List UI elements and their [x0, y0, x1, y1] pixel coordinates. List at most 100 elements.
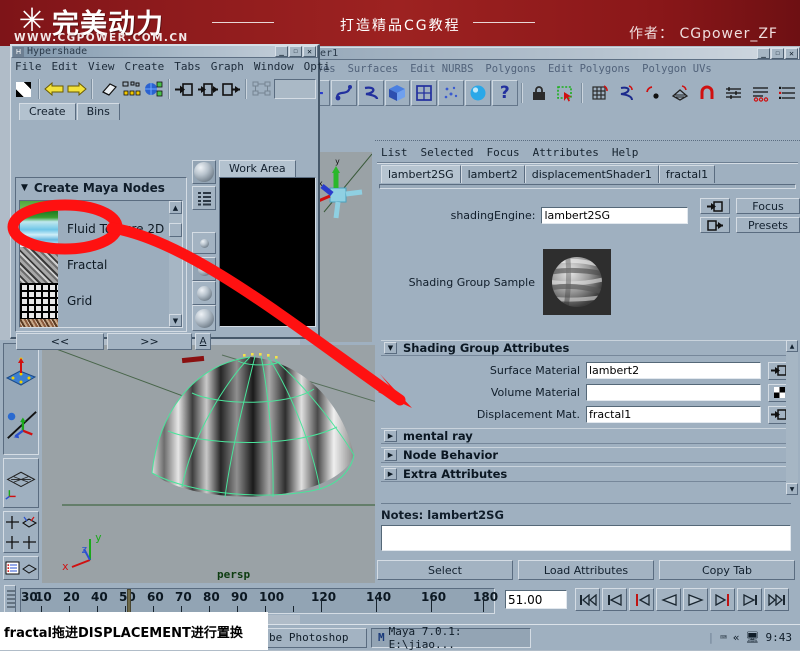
hypershade-toolbar[interactable]: [13, 77, 317, 101]
ae-tab-displacementshader1[interactable]: displacementShader1: [524, 165, 659, 183]
hypershade-tabs[interactable]: Create Bins: [19, 103, 318, 120]
tab-work-area[interactable]: Work Area: [219, 160, 296, 177]
current-time-field[interactable]: 51.00: [505, 590, 567, 609]
ae-menu-help[interactable]: Help: [612, 146, 639, 159]
list-item[interactable]: [20, 201, 175, 211]
hypershade-menu-tabs[interactable]: Tabs: [174, 60, 201, 73]
medium-swatch-button[interactable]: [192, 281, 216, 305]
point-snap-icon[interactable]: [640, 80, 666, 106]
four-pane-view-icon[interactable]: [21, 532, 38, 552]
attribute-editor-icon[interactable]: [747, 80, 773, 106]
attribute-editor-menubar[interactable]: List Selected Focus Attributes Help: [375, 144, 800, 161]
grid-snap-icon[interactable]: [586, 80, 612, 106]
hypershade-maximize-button[interactable]: ☐: [289, 46, 302, 57]
play-forwards-icon[interactable]: [683, 588, 708, 611]
step-forward-frame-icon[interactable]: [710, 588, 735, 611]
hypershade-menu-create[interactable]: Create: [125, 60, 165, 73]
list-item[interactable]: Grid: [20, 283, 175, 319]
chevron-down-icon[interactable]: ▼: [384, 342, 397, 354]
list-view-button[interactable]: [192, 186, 216, 210]
back-arrow-icon[interactable]: [43, 79, 65, 99]
mental-ray-section-header[interactable]: ▶ mental ray: [381, 428, 791, 444]
tab-create[interactable]: Create: [19, 103, 76, 120]
ae-tab-lambert2sg[interactable]: lambert2SG: [381, 165, 461, 183]
chevron-right-icon[interactable]: ▶: [384, 468, 397, 480]
ae-scroll-up-button[interactable]: ▲: [786, 340, 798, 352]
clear-graph-icon[interactable]: [251, 79, 273, 99]
load-attributes-button[interactable]: Load Attributes: [518, 560, 654, 580]
help-icon[interactable]: ?: [491, 80, 518, 106]
step-forward-keyframe-icon[interactable]: [737, 588, 762, 611]
node-behavior-section-header[interactable]: ▶ Node Behavior: [381, 447, 791, 463]
particle-icon[interactable]: [438, 80, 465, 106]
ae-menu-list[interactable]: List: [381, 146, 408, 159]
maya-menubar[interactable]: urves Surfaces Edit NURBS Polygons Edit …: [300, 60, 800, 78]
surface-material-field[interactable]: lambert2: [586, 362, 761, 379]
rearrange-graph-icon[interactable]: [120, 79, 142, 99]
search-field[interactable]: [274, 79, 317, 99]
step-back-frame-icon[interactable]: [629, 588, 654, 611]
focus-button[interactable]: Focus: [736, 198, 800, 214]
chevron-down-icon[interactable]: ▼: [21, 183, 28, 193]
large-swatch-button[interactable]: [192, 160, 216, 184]
xlarge-swatch-button[interactable]: [192, 305, 216, 331]
cage-icon[interactable]: [411, 80, 438, 106]
map-output-icon[interactable]: [700, 217, 730, 233]
sphere-icon[interactable]: [465, 80, 491, 106]
list-item[interactable]: Mountain: [20, 319, 175, 327]
list-item-fractal[interactable]: Fractal: [20, 247, 175, 283]
hypershade-window-controls[interactable]: _ ☐ ✕: [275, 46, 316, 57]
node-list-scrollbar[interactable]: ▲ ▼: [169, 201, 182, 327]
create-maya-nodes-header[interactable]: ▼ Create Maya Nodes: [16, 178, 186, 198]
displacement-material-field[interactable]: fractal1: [586, 406, 761, 423]
maya-shelf-toolbar[interactable]: + ?: [300, 78, 800, 108]
axis-gizmo-icon[interactable]: [4, 399, 38, 451]
view-plane-snap-icon[interactable]: [667, 80, 693, 106]
ae-tab-lambert2[interactable]: lambert2: [460, 165, 525, 183]
network-icon[interactable]: [143, 79, 164, 99]
maya-close-button[interactable]: ✕: [785, 48, 798, 59]
ae-side-buttons[interactable]: Focus Presets: [736, 198, 800, 233]
playback-controls[interactable]: [575, 588, 797, 611]
move-tool-icon[interactable]: [4, 344, 38, 399]
text-label-toggle-button[interactable]: A: [195, 333, 211, 350]
work-area-tabs[interactable]: Work Area: [219, 160, 316, 177]
shading-group-attributes-header[interactable]: ▼ Shading Group Attributes: [381, 340, 791, 356]
input-output-connections-icon[interactable]: [196, 79, 219, 99]
ep-curve-icon[interactable]: [357, 80, 384, 106]
shaded-view-icon[interactable]: [21, 512, 38, 532]
scroll-down-button[interactable]: ▼: [169, 314, 182, 327]
curve-tool-icon[interactable]: [330, 80, 357, 106]
output-connections-icon[interactable]: [220, 79, 242, 99]
channels-icon[interactable]: [721, 80, 747, 106]
timeline-range-handle[interactable]: [4, 585, 16, 613]
maya-titlebar[interactable]: inder1 _ ☐ ✕: [300, 47, 800, 60]
attribute-editor-tabs[interactable]: lambert2SG lambert2 displacementShader1 …: [375, 165, 800, 183]
next-page-button[interactable]: >>: [107, 333, 192, 350]
swatch-size-column[interactable]: [192, 160, 216, 332]
ae-scroll-down-button[interactable]: ▼: [786, 483, 798, 495]
ae-map-buttons[interactable]: [700, 198, 730, 233]
ae-menu-attributes[interactable]: Attributes: [533, 146, 599, 159]
layout-quad-icons[interactable]: [3, 511, 39, 553]
maya-perspective-viewport[interactable]: y x z persp: [42, 345, 387, 585]
maya-restore-button[interactable]: ☐: [771, 48, 784, 59]
map-input-icon[interactable]: [700, 198, 730, 214]
taskbar-item-photoshop[interactable]: be Photoshop: [262, 627, 367, 648]
list-item[interactable]: Fluid Texture 2D: [20, 211, 175, 247]
hypershade-menu-graph[interactable]: Graph: [211, 60, 244, 73]
outliner-panel-icon[interactable]: [4, 557, 21, 579]
scroll-thumb[interactable]: [169, 223, 182, 237]
checker-icon[interactable]: [13, 79, 34, 99]
select-button[interactable]: Select: [377, 560, 513, 580]
maya-menu-polygons[interactable]: Polygons: [485, 63, 536, 75]
hypershade-minimize-button[interactable]: _: [275, 46, 288, 57]
attribute-editor-footer-buttons[interactable]: Select Load Attributes Copy Tab: [377, 560, 795, 580]
persp-view-icon[interactable]: [4, 512, 21, 532]
hypershade-menu-file[interactable]: File: [15, 60, 42, 73]
hypershade-menu-view[interactable]: View: [88, 60, 115, 73]
go-to-end-icon[interactable]: [764, 588, 789, 611]
four-view-layout-icon[interactable]: [3, 458, 39, 508]
copy-tab-button[interactable]: Copy Tab: [659, 560, 795, 580]
maya-window-controls[interactable]: _ ☐ ✕: [757, 48, 798, 59]
